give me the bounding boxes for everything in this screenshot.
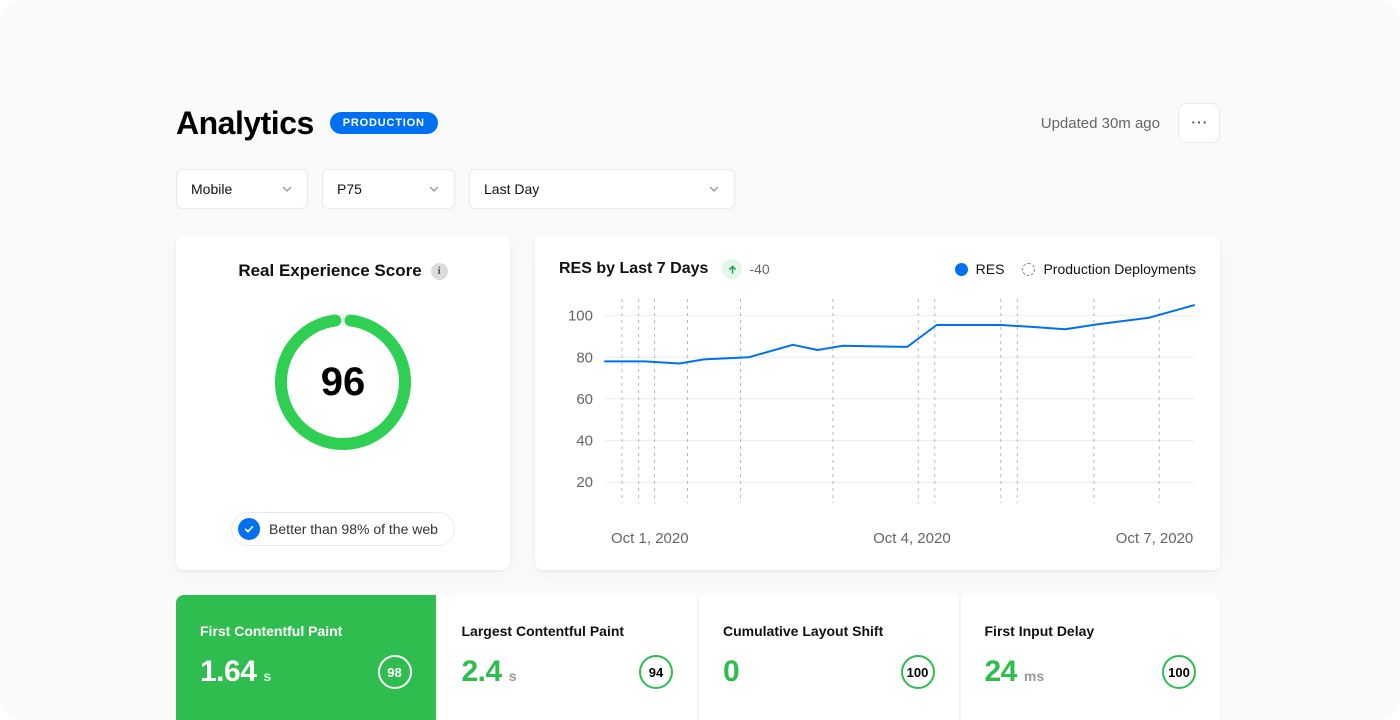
percentile-badge-text: Better than 98% of the web xyxy=(269,521,438,537)
percentile-dropdown[interactable]: P75 xyxy=(322,169,455,209)
metric-value: 1.64 xyxy=(200,655,257,688)
res-dot-icon xyxy=(954,262,968,276)
metric-value-row: 1.64 s 98 xyxy=(200,655,412,689)
percentile-dropdown-value: P75 xyxy=(337,181,362,197)
svg-text:Oct 7, 2020: Oct 7, 2020 xyxy=(1116,530,1194,547)
metric-value-wrap: 1.64 s xyxy=(200,655,271,689)
deployments-dashed-circle-icon xyxy=(1022,262,1036,276)
res-score-card: Real Experience Score i 96 Better than 9… xyxy=(176,235,510,570)
res-score-title: Real Experience Score xyxy=(238,261,422,280)
metric-value-row: 24 ms 100 xyxy=(985,655,1196,689)
trend-up-icon xyxy=(722,259,743,279)
score-value: 96 xyxy=(320,359,366,404)
svg-text:100: 100 xyxy=(568,308,593,325)
res-chart-card: RES by Last 7 Days -40 RES Production De… xyxy=(535,235,1220,570)
chart-legend: RES Production Deployments xyxy=(954,261,1196,277)
environment-badge: PRODUCTION xyxy=(329,112,438,134)
metric-value: 2.4 xyxy=(461,655,503,688)
delta-value: -40 xyxy=(749,261,770,277)
svg-text:20: 20 xyxy=(576,474,593,491)
device-dropdown[interactable]: Mobile xyxy=(176,169,308,209)
date-range-dropdown[interactable]: Last Day xyxy=(469,169,735,209)
svg-text:60: 60 xyxy=(576,391,593,408)
legend-deployments-label: Production Deployments xyxy=(1043,261,1196,277)
metric-value: 24 xyxy=(984,655,1018,688)
chevron-down-icon xyxy=(429,186,439,192)
metric-value-row: 2.4 s 94 xyxy=(462,655,673,689)
metric-value-row: 0 100 xyxy=(723,655,935,689)
res-score-title-row: Real Experience Score i xyxy=(176,235,510,281)
metric-label: First Contentful Paint xyxy=(200,623,343,639)
chevron-down-icon xyxy=(709,186,719,192)
metric-score-badge: 100 xyxy=(1162,655,1196,689)
metric-label: First Input Delay xyxy=(984,623,1095,639)
legend-res-label: RES xyxy=(975,261,1005,277)
metrics-row: First Contentful Paint 1.64 s 98 Largest… xyxy=(176,595,1220,720)
ellipsis-icon: ⋯ xyxy=(1190,113,1208,132)
legend-item-deployments[interactable]: Production Deployments xyxy=(1022,261,1196,277)
svg-text:80: 80 xyxy=(576,349,593,366)
analytics-page: Analytics PRODUCTION Updated 30m ago ⋯ M… xyxy=(0,0,1400,720)
metric-card-cls[interactable]: Cumulative Layout Shift 0 100 xyxy=(699,595,959,720)
date-range-dropdown-value: Last Day xyxy=(484,181,540,197)
overflow-menu-button[interactable]: ⋯ xyxy=(1178,103,1220,143)
chart-title: RES by Last 7 Days xyxy=(559,260,709,277)
chevron-down-icon xyxy=(282,186,292,192)
metric-unit: s xyxy=(263,668,272,684)
metric-card-lcp[interactable]: Largest Contentful Paint 2.4 s 94 xyxy=(437,595,697,720)
svg-text:40: 40 xyxy=(576,433,593,450)
metric-label: Largest Contentful Paint xyxy=(461,623,625,639)
metric-value-wrap: 0 xyxy=(723,655,746,689)
metric-score-badge: 94 xyxy=(639,655,673,689)
metric-card-fid[interactable]: First Input Delay 24 ms 100 xyxy=(960,595,1220,720)
metric-value-wrap: 2.4 s xyxy=(462,655,517,689)
percentile-badge: Better than 98% of the web xyxy=(231,512,455,546)
metric-label: Cumulative Layout Shift xyxy=(723,623,884,639)
metric-value-wrap: 24 ms xyxy=(985,655,1045,689)
page-title: Analytics xyxy=(176,104,314,141)
res-line-chart: 20 40 60 80 100 Oct 1, 2020 Oct 4, 2020 Oct 7, … xyxy=(568,299,1195,547)
metric-unit: s xyxy=(508,668,517,684)
metric-value: 0 xyxy=(723,655,740,688)
device-dropdown-value: Mobile xyxy=(191,181,233,197)
score-gauge: 96 xyxy=(268,307,418,457)
filter-bar: Mobile P75 Last Day xyxy=(176,169,735,209)
info-icon[interactable]: i xyxy=(430,262,448,280)
metric-card-fcp[interactable]: First Contentful Paint 1.64 s 98 xyxy=(176,595,436,720)
svg-text:Oct 4, 2020: Oct 4, 2020 xyxy=(873,530,951,547)
metric-score-badge: 98 xyxy=(377,655,412,689)
page-header: Analytics PRODUCTION Updated 30m ago ⋯ xyxy=(176,100,1220,146)
updated-timestamp: Updated 30m ago xyxy=(1040,114,1160,132)
chart-header: RES by Last 7 Days -40 RES Production De… xyxy=(559,259,1196,279)
check-icon xyxy=(238,518,261,540)
svg-text:Oct 1, 2020: Oct 1, 2020 xyxy=(611,530,689,547)
metric-unit: ms xyxy=(1023,668,1045,684)
legend-item-res[interactable]: RES xyxy=(954,261,1005,277)
metric-score-badge: 100 xyxy=(900,655,935,689)
